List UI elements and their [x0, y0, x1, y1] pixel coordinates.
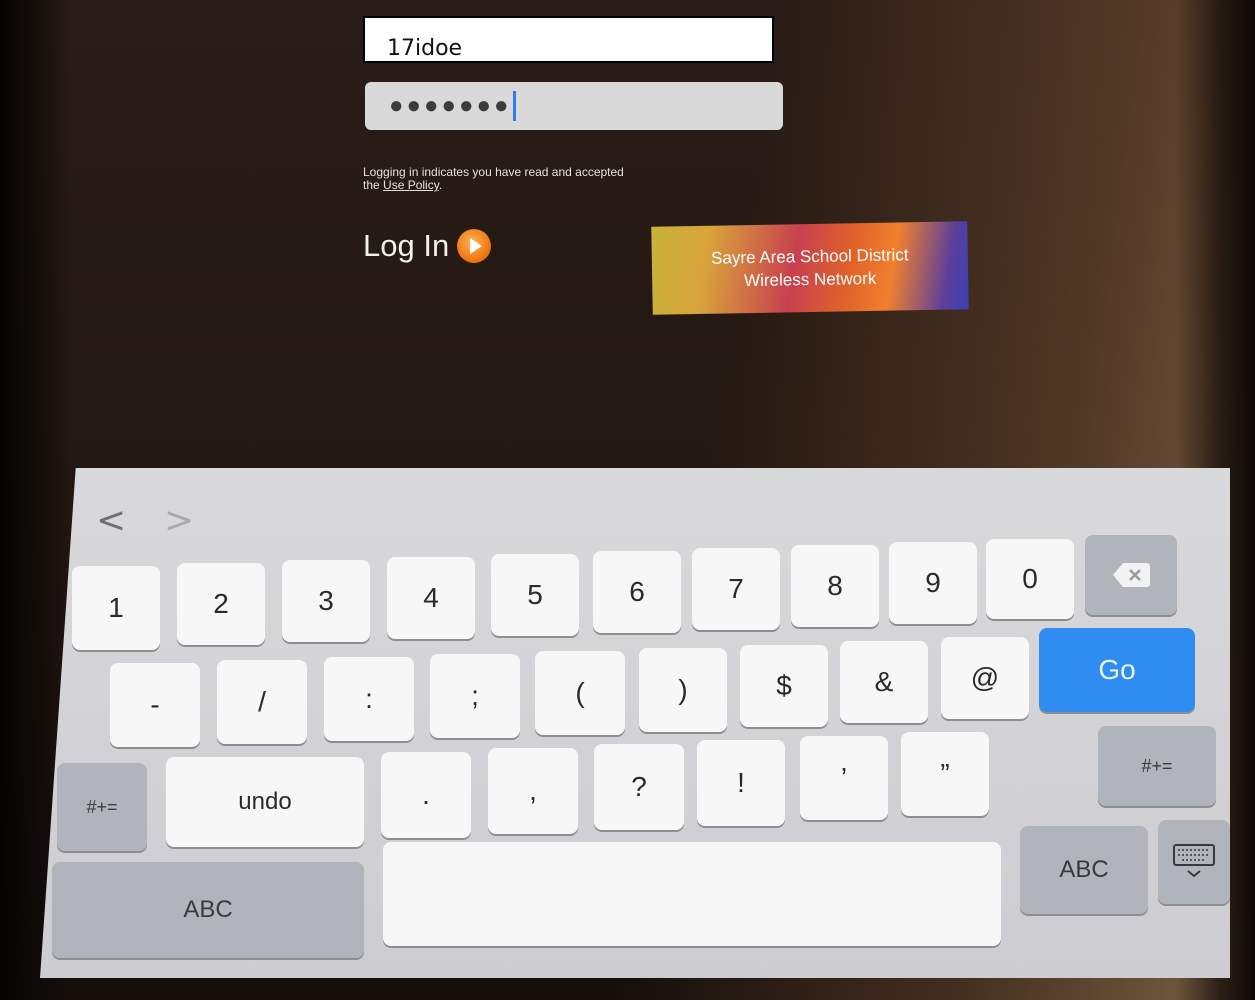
shift-symbols-key-right[interactable]: #+=	[1098, 726, 1216, 806]
banner-line-1: Sayre Area School District	[710, 245, 909, 268]
network-banner: Sayre Area School District Wireless Netw…	[651, 221, 969, 315]
password-field[interactable]: ●●●●●●●	[365, 82, 783, 130]
backspace-icon	[1113, 563, 1150, 587]
key-apostrophe[interactable]: ’	[800, 736, 888, 820]
use-policy-link[interactable]: Use Policy	[383, 178, 439, 192]
key-2[interactable]: 2	[177, 563, 265, 645]
abc-key-right[interactable]: ABC	[1020, 826, 1148, 914]
key-period[interactable]: .	[381, 752, 471, 838]
key-exclamation[interactable]: !	[697, 740, 785, 826]
policy-notice: Logging in indicates you have read and a…	[363, 166, 643, 192]
key-7[interactable]: 7	[692, 548, 780, 630]
key-semicolon[interactable]: ;	[430, 654, 520, 738]
previous-field-button[interactable]: <	[96, 500, 126, 541]
key-question[interactable]: ?	[594, 744, 684, 830]
key-9[interactable]: 9	[889, 542, 977, 624]
key-colon[interactable]: :	[324, 657, 414, 741]
key-ampersand[interactable]: &	[840, 641, 928, 723]
key-1[interactable]: 1	[72, 566, 160, 650]
banner-line-2: Wireless Network	[743, 268, 877, 291]
delete-key[interactable]	[1085, 535, 1177, 615]
play-arrow-icon	[457, 229, 492, 263]
login-button[interactable]: Log In	[363, 226, 492, 266]
shift-symbols-key-left[interactable]: #+=	[57, 763, 147, 851]
password-masked-value: ●●●●●●●	[389, 92, 512, 119]
key-0[interactable]: 0	[986, 539, 1074, 619]
key-open-paren[interactable]: (	[535, 651, 625, 735]
key-close-paren[interactable]: )	[639, 648, 727, 732]
key-quote[interactable]: ”	[901, 732, 989, 816]
undo-key[interactable]: undo	[166, 757, 364, 847]
key-slash[interactable]: /	[217, 660, 307, 744]
key-4[interactable]: 4	[387, 557, 475, 639]
keyboard-dismiss-icon	[1173, 844, 1215, 878]
key-6[interactable]: 6	[593, 551, 681, 633]
go-button[interactable]: Go	[1039, 628, 1195, 712]
next-field-button[interactable]: >	[164, 500, 194, 541]
abc-key-left[interactable]: ABC	[52, 862, 364, 958]
key-dollar[interactable]: $	[740, 645, 828, 727]
space-bar[interactable]	[383, 842, 1001, 946]
key-hyphen[interactable]: -	[110, 663, 200, 747]
policy-end: .	[438, 178, 443, 192]
dismiss-keyboard-key[interactable]	[1158, 820, 1230, 904]
text-caret	[513, 91, 517, 121]
key-5[interactable]: 5	[491, 554, 579, 636]
key-comma[interactable]: ,	[488, 748, 578, 834]
key-8[interactable]: 8	[791, 545, 879, 627]
key-at[interactable]: @	[941, 637, 1029, 719]
username-field[interactable]: 17idoe	[363, 16, 774, 63]
login-label: Log In	[363, 228, 450, 263]
key-3[interactable]: 3	[282, 560, 370, 642]
